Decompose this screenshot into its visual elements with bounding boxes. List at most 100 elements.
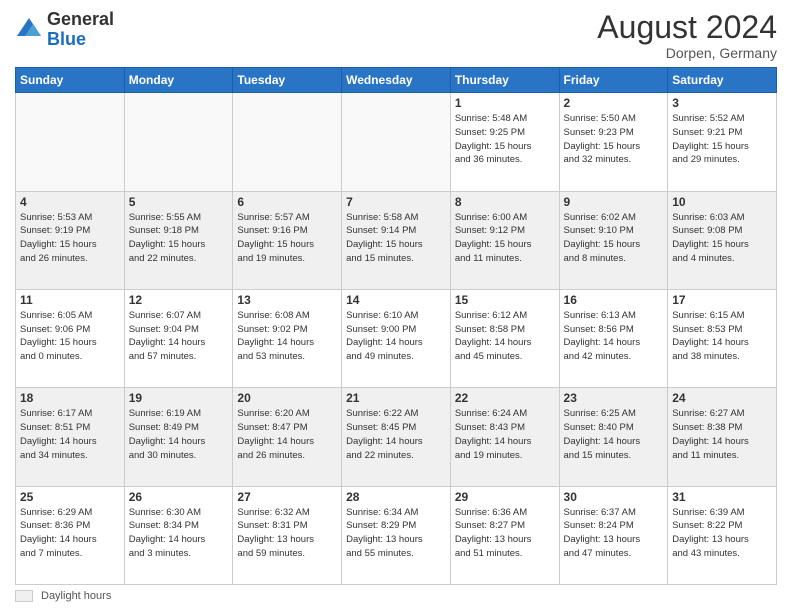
table-row: 9 Sunrise: 6:02 AM Sunset: 9:10 PM Daylig…	[559, 191, 668, 289]
day-number: 12	[129, 293, 229, 307]
calendar-week-row: 4Sunrise: 5:53 AM Sunset: 9:19 PM Daylig…	[16, 191, 777, 289]
calendar-table: Sunday Monday Tuesday Wednesday Thursday…	[15, 67, 777, 585]
footer: Daylight hours	[15, 590, 777, 602]
table-row: 26 Sunrise: 6:30 AM Sunset: 8:34 PM Dayli…	[124, 486, 233, 584]
day-number: 3	[672, 96, 772, 110]
table-row: 27 Sunrise: 6:32 AM Sunset: 8:31 PM Dayli…	[233, 486, 342, 584]
table-row	[233, 93, 342, 191]
day-number: 11	[20, 293, 120, 307]
day-info: Sunrise: 6:15 AM Sunset: 8:53 PM Dayligh…	[672, 309, 772, 364]
table-row	[124, 93, 233, 191]
day-info: Sunrise: 6:27 AM Sunset: 8:38 PM Dayligh…	[672, 407, 772, 462]
col-friday: Friday	[559, 68, 668, 93]
day-number: 15	[455, 293, 555, 307]
table-row: 28Sunrise: 6:34 AM Sunset: 8:29 PM Dayli…	[342, 486, 451, 584]
day-number: 25	[20, 490, 120, 504]
day-number: 16	[564, 293, 664, 307]
legend-box	[15, 590, 33, 602]
legend-label: Daylight hours	[41, 590, 111, 602]
day-info: Sunrise: 6:03 AM Sunset: 9:08 PM Dayligh…	[672, 211, 772, 266]
day-number: 10	[672, 195, 772, 209]
table-row: 17 Sunrise: 6:15 AM Sunset: 8:53 PM Dayli…	[668, 289, 777, 387]
col-sunday: Sunday	[16, 68, 125, 93]
table-row	[16, 93, 125, 191]
table-row: 11Sunrise: 6:05 AM Sunset: 9:06 PM Dayli…	[16, 289, 125, 387]
day-number: 26	[129, 490, 229, 504]
day-info: Sunrise: 6:30 AM Sunset: 8:34 PM Dayligh…	[129, 506, 229, 561]
table-row: 16 Sunrise: 6:13 AM Sunset: 8:56 PM Dayli…	[559, 289, 668, 387]
day-info: Sunrise: 6:02 AM Sunset: 9:10 PM Dayligh…	[564, 211, 664, 266]
day-info: Sunrise: 5:52 AM Sunset: 9:21 PM Dayligh…	[672, 112, 772, 167]
table-row: 21Sunrise: 6:22 AM Sunset: 8:45 PM Dayli…	[342, 388, 451, 486]
day-info: Sunrise: 6:17 AM Sunset: 8:51 PM Dayligh…	[20, 407, 120, 462]
day-number: 28	[346, 490, 446, 504]
day-number: 23	[564, 391, 664, 405]
day-number: 17	[672, 293, 772, 307]
table-row: 5 Sunrise: 5:55 AM Sunset: 9:18 PM Daylig…	[124, 191, 233, 289]
day-number: 6	[237, 195, 337, 209]
day-number: 27	[237, 490, 337, 504]
col-saturday: Saturday	[668, 68, 777, 93]
col-wednesday: Wednesday	[342, 68, 451, 93]
day-number: 29	[455, 490, 555, 504]
month-title: August 2024	[597, 10, 777, 45]
day-info: Sunrise: 5:55 AM Sunset: 9:18 PM Dayligh…	[129, 211, 229, 266]
day-number: 1	[455, 96, 555, 110]
table-row: 29 Sunrise: 6:36 AM Sunset: 8:27 PM Dayli…	[450, 486, 559, 584]
day-number: 30	[564, 490, 664, 504]
day-info: Sunrise: 6:19 AM Sunset: 8:49 PM Dayligh…	[129, 407, 229, 462]
day-number: 20	[237, 391, 337, 405]
table-row: 24Sunrise: 6:27 AM Sunset: 8:38 PM Dayli…	[668, 388, 777, 486]
logo: General Blue	[15, 10, 114, 50]
day-number: 7	[346, 195, 446, 209]
header: General Blue August 2024 Dorpen, Germany	[15, 10, 777, 61]
day-info: Sunrise: 6:00 AM Sunset: 9:12 PM Dayligh…	[455, 211, 555, 266]
table-row: 14Sunrise: 6:10 AM Sunset: 9:00 PM Dayli…	[342, 289, 451, 387]
day-info: Sunrise: 6:12 AM Sunset: 8:58 PM Dayligh…	[455, 309, 555, 364]
day-info: Sunrise: 6:25 AM Sunset: 8:40 PM Dayligh…	[564, 407, 664, 462]
col-thursday: Thursday	[450, 68, 559, 93]
col-monday: Monday	[124, 68, 233, 93]
location-subtitle: Dorpen, Germany	[597, 45, 777, 61]
day-info: Sunrise: 6:07 AM Sunset: 9:04 PM Dayligh…	[129, 309, 229, 364]
table-row: 25Sunrise: 6:29 AM Sunset: 8:36 PM Dayli…	[16, 486, 125, 584]
calendar-week-row: 25Sunrise: 6:29 AM Sunset: 8:36 PM Dayli…	[16, 486, 777, 584]
day-info: Sunrise: 6:10 AM Sunset: 9:00 PM Dayligh…	[346, 309, 446, 364]
day-info: Sunrise: 6:20 AM Sunset: 8:47 PM Dayligh…	[237, 407, 337, 462]
table-row: 3 Sunrise: 5:52 AM Sunset: 9:21 PM Daylig…	[668, 93, 777, 191]
calendar-week-row: 1 Sunrise: 5:48 AM Sunset: 9:25 PM Daylig…	[16, 93, 777, 191]
day-info: Sunrise: 6:13 AM Sunset: 8:56 PM Dayligh…	[564, 309, 664, 364]
day-number: 13	[237, 293, 337, 307]
col-tuesday: Tuesday	[233, 68, 342, 93]
table-row: 8Sunrise: 6:00 AM Sunset: 9:12 PM Daylig…	[450, 191, 559, 289]
day-number: 5	[129, 195, 229, 209]
day-info: Sunrise: 5:50 AM Sunset: 9:23 PM Dayligh…	[564, 112, 664, 167]
day-info: Sunrise: 6:36 AM Sunset: 8:27 PM Dayligh…	[455, 506, 555, 561]
table-row: 20 Sunrise: 6:20 AM Sunset: 8:47 PM Dayli…	[233, 388, 342, 486]
day-info: Sunrise: 6:32 AM Sunset: 8:31 PM Dayligh…	[237, 506, 337, 561]
page: General Blue August 2024 Dorpen, Germany…	[0, 0, 792, 612]
table-row: 2 Sunrise: 5:50 AM Sunset: 9:23 PM Daylig…	[559, 93, 668, 191]
logo-icon	[15, 16, 43, 44]
day-info: Sunrise: 6:37 AM Sunset: 8:24 PM Dayligh…	[564, 506, 664, 561]
table-row: 7 Sunrise: 5:58 AM Sunset: 9:14 PM Daylig…	[342, 191, 451, 289]
table-row: 12 Sunrise: 6:07 AM Sunset: 9:04 PM Dayli…	[124, 289, 233, 387]
day-number: 9	[564, 195, 664, 209]
day-info: Sunrise: 5:53 AM Sunset: 9:19 PM Dayligh…	[20, 211, 120, 266]
day-number: 18	[20, 391, 120, 405]
table-row: 15 Sunrise: 6:12 AM Sunset: 8:58 PM Dayli…	[450, 289, 559, 387]
table-row: 30 Sunrise: 6:37 AM Sunset: 8:24 PM Dayli…	[559, 486, 668, 584]
table-row: 31Sunrise: 6:39 AM Sunset: 8:22 PM Dayli…	[668, 486, 777, 584]
day-number: 2	[564, 96, 664, 110]
day-info: Sunrise: 5:48 AM Sunset: 9:25 PM Dayligh…	[455, 112, 555, 167]
day-number: 22	[455, 391, 555, 405]
day-info: Sunrise: 5:58 AM Sunset: 9:14 PM Dayligh…	[346, 211, 446, 266]
table-row: 19Sunrise: 6:19 AM Sunset: 8:49 PM Dayli…	[124, 388, 233, 486]
table-row: 18 Sunrise: 6:17 AM Sunset: 8:51 PM Dayli…	[16, 388, 125, 486]
day-number: 31	[672, 490, 772, 504]
logo-general: General	[47, 9, 114, 29]
table-row: 1 Sunrise: 5:48 AM Sunset: 9:25 PM Daylig…	[450, 93, 559, 191]
day-info: Sunrise: 6:08 AM Sunset: 9:02 PM Dayligh…	[237, 309, 337, 364]
table-row: 4Sunrise: 5:53 AM Sunset: 9:19 PM Daylig…	[16, 191, 125, 289]
table-row: 6Sunrise: 5:57 AM Sunset: 9:16 PM Daylig…	[233, 191, 342, 289]
